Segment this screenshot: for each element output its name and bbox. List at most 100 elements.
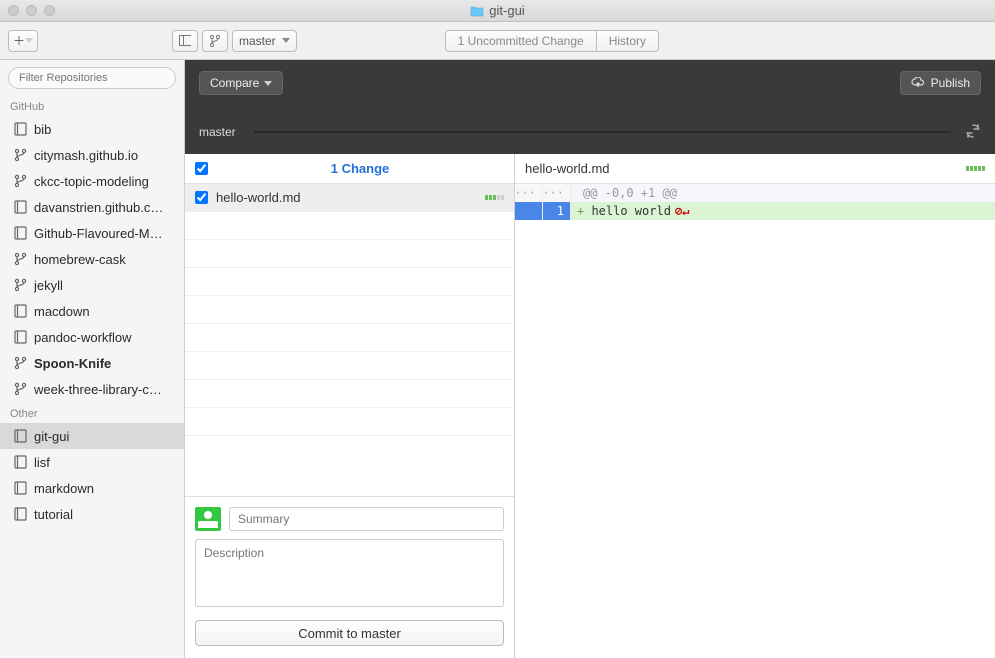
sidebar-repo-item[interactable]: git-gui [0,423,184,449]
panel-icon [179,35,191,46]
changes-panel: 1 Change hello-world.md Commit to master [185,154,515,658]
chevron-down-icon [264,81,272,86]
folder-icon [470,5,484,17]
hunk-text: @@ -0,0 +1 @@ [571,184,995,202]
branch-name: master [199,125,236,139]
repo-icon [14,330,27,344]
repo-label: markdown [34,481,94,496]
sidebar-repo-item[interactable]: Spoon-Knife [0,350,184,376]
compare-header: Compare Publish [185,60,995,110]
sidebar-repo-item[interactable]: markdown [0,475,184,501]
sidebar-repo-item[interactable]: homebrew-cask [0,246,184,272]
compare-button[interactable]: Compare [199,71,283,95]
repo-icon [14,507,27,521]
code-cell: + hello world⊘↵ [571,202,995,220]
no-newline-icon: ⊘↵ [675,204,689,218]
changes-header: 1 Change [185,154,514,184]
publish-label: Publish [931,76,970,90]
repo-icon [14,429,27,443]
repo-label: Github-Flavoured-M… [34,226,163,241]
view-segmented[interactable]: 1 Uncommitted Change History [445,30,659,52]
branch-label: master [239,34,276,48]
repo-icon [14,226,27,240]
repo-label: bib [34,122,51,137]
diff-hunk-header: ··· ··· @@ -0,0 +1 @@ [515,184,995,202]
sidebar-repo-item[interactable]: jekyll [0,272,184,298]
timeline-track[interactable] [254,131,951,133]
gutter-new: ··· [543,184,571,202]
sync-icon[interactable] [965,123,981,142]
repo-label: macdown [34,304,90,319]
sidebar-toggle-button[interactable] [172,30,198,52]
tab-history[interactable]: History [597,31,658,51]
gutter-old: ··· [515,184,543,202]
select-all-checkbox[interactable] [195,162,208,175]
commit-box: Commit to master [185,496,514,658]
window-title-text: git-gui [489,3,524,18]
description-input[interactable] [195,539,504,607]
file-checkbox[interactable] [195,191,208,204]
sidebar-repo-item[interactable]: week-three-library-c… [0,376,184,402]
summary-input[interactable] [229,507,504,531]
sidebar-repo-item[interactable]: citymash.github.io [0,142,184,168]
diff-dots [485,195,504,200]
sidebar-repo-item[interactable]: tutorial [0,501,184,527]
toolbar: ＋ master 1 Uncommitted Change History [0,22,995,60]
branch-button[interactable] [202,30,228,52]
repo-label: homebrew-cask [34,252,126,267]
window-title: git-gui [0,3,995,18]
repo-label: jekyll [34,278,63,293]
repo-label: ckcc-topic-modeling [34,174,149,189]
add-button[interactable]: ＋ [8,30,38,52]
repo-icon [14,122,27,136]
sidebar-repo-item[interactable]: ckcc-topic-modeling [0,168,184,194]
gutter-old [515,202,543,220]
diff-body[interactable]: ··· ··· @@ -0,0 +1 @@ 1+ hello world⊘↵ [515,184,995,658]
sidebar-repo-item[interactable]: Github-Flavoured-M… [0,220,184,246]
sidebar-repo-item[interactable]: bib [0,116,184,142]
repo-label: week-three-library-c… [34,382,162,397]
changes-count: 1 Change [216,161,504,176]
filter-repos-input[interactable] [8,67,176,89]
repo-label: git-gui [34,429,69,444]
repo-icon [14,304,27,318]
sidebar: GitHub bib citymash.github.io ckcc-topic-mo… [0,60,185,658]
repo-label: tutorial [34,507,73,522]
repo-label: Spoon-Knife [34,356,111,371]
branch-timeline: master [185,110,995,154]
repo-label: citymash.github.io [34,148,138,163]
repo-label: pandoc-workflow [34,330,132,345]
diff-filename: hello-world.md [525,161,966,176]
repo-icon [14,455,27,469]
group-header: GitHub [0,95,184,116]
repo-label: lisf [34,455,50,470]
sidebar-repo-item[interactable]: lisf [0,449,184,475]
chevron-down-icon [25,38,33,43]
sidebar-repo-item[interactable]: pandoc-workflow [0,324,184,350]
sidebar-repo-item[interactable]: davanstrien.github.c… [0,194,184,220]
chevron-down-icon [282,38,290,43]
branch-icon [209,34,221,48]
repo-label: davanstrien.github.c… [34,200,163,215]
group-header: Other [0,402,184,423]
file-name: hello-world.md [216,190,485,205]
repo-icon [14,200,27,214]
fork-icon [14,252,27,266]
compare-label: Compare [210,76,259,90]
cloud-upload-icon [911,77,925,89]
gutter-new: 1 [543,202,571,220]
change-item[interactable]: hello-world.md [185,184,514,212]
fork-icon [14,174,27,188]
branch-select[interactable]: master [232,30,297,52]
diff-line: 1+ hello world⊘↵ [515,202,995,220]
fork-icon [14,148,27,162]
commit-button[interactable]: Commit to master [195,620,504,646]
diff-panel: hello-world.md ··· ··· @@ -0,0 +1 @@ 1+ … [515,154,995,658]
tab-changes[interactable]: 1 Uncommitted Change [446,31,597,51]
fork-icon [14,278,27,292]
sidebar-repo-item[interactable]: macdown [0,298,184,324]
fork-icon [14,356,27,370]
plus-icon: ＋ [13,32,25,49]
fork-icon [14,382,27,396]
publish-button[interactable]: Publish [900,71,981,95]
